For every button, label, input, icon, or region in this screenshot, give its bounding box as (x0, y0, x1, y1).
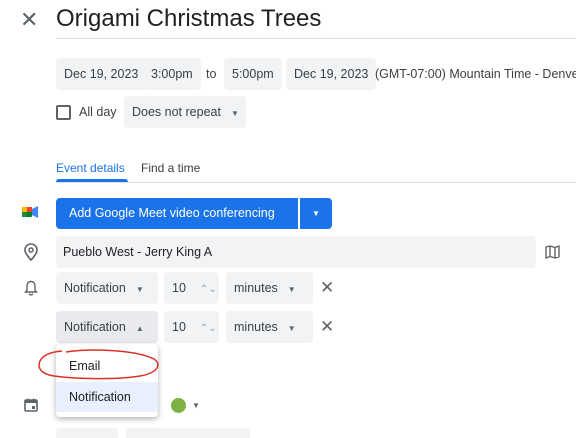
red-annotation-circle (38, 349, 159, 380)
chevron-down-icon: ▼ (135, 285, 144, 294)
calendar-icon (24, 398, 38, 412)
notification-amount-value: 10 (172, 281, 186, 295)
notification-unit-select[interactable]: minutes ▼ (226, 311, 313, 343)
chevron-down-icon: ▼ (230, 109, 239, 118)
end-time-field[interactable]: 5:00pm (224, 58, 282, 90)
event-title[interactable]: Origami Christmas Trees (56, 4, 321, 34)
chevron-down-icon: ▼ (312, 209, 320, 218)
bottom-chip[interactable] (56, 428, 118, 438)
bell-icon (24, 280, 38, 296)
start-date-field[interactable]: Dec 19, 2023 (56, 58, 147, 90)
bottom-chip[interactable] (126, 428, 250, 438)
map-icon[interactable] (545, 245, 560, 259)
notification-type-value: Notification (64, 320, 126, 334)
to-label: to (206, 67, 217, 81)
repeat-select[interactable]: Does not repeat ▼ (124, 96, 246, 128)
chevron-down-icon[interactable]: ▼ (192, 401, 200, 410)
calendar-color-dot[interactable] (171, 398, 186, 413)
remove-notification-icon[interactable]: ✕ (320, 278, 334, 298)
spinner-icon[interactable]: ⌃⌄ (200, 323, 217, 334)
notification-amount-input[interactable]: 10 ⌃⌄ (164, 272, 219, 304)
remove-notification-icon[interactable]: ✕ (320, 317, 334, 337)
google-meet-icon (22, 206, 38, 218)
title-underline (56, 38, 576, 39)
notification-type-select[interactable]: Notification ▼ (56, 272, 158, 304)
chevron-down-icon: ▼ (287, 285, 296, 294)
add-google-meet-button[interactable]: Add Google Meet video conferencing (56, 198, 298, 229)
tab-event-details[interactable]: Event details (56, 160, 125, 176)
notification-unit-select[interactable]: minutes ▼ (226, 272, 313, 304)
notification-amount-value: 10 (172, 320, 186, 334)
repeat-select-value: Does not repeat (132, 105, 221, 119)
all-day-label: All day (79, 105, 117, 119)
notification-unit-value: minutes (234, 320, 278, 334)
meet-options-button[interactable]: ▼ (300, 198, 332, 229)
close-icon[interactable]: ✕ (20, 8, 38, 32)
spinner-icon[interactable]: ⌃⌄ (200, 284, 217, 295)
notification-type-select[interactable]: Notification ▲ (56, 311, 158, 343)
location-pin-icon (24, 243, 38, 261)
menu-item-notification[interactable]: Notification (56, 382, 158, 412)
tab-find-a-time[interactable]: Find a time (141, 160, 200, 176)
tabs-divider (56, 182, 576, 183)
chevron-up-icon: ▲ (135, 324, 144, 333)
start-time-field[interactable]: 3:00pm (143, 58, 201, 90)
chevron-down-icon: ▼ (287, 324, 296, 333)
location-input[interactable]: Pueblo West - Jerry King A (56, 236, 536, 268)
notification-type-value: Notification (64, 281, 126, 295)
notification-amount-input[interactable]: 10 ⌃⌄ (164, 311, 219, 343)
timezone-button[interactable]: (GMT-07:00) Mountain Time - Denver (375, 58, 576, 90)
end-date-field[interactable]: Dec 19, 2023 (286, 58, 377, 90)
notification-unit-value: minutes (234, 281, 278, 295)
all-day-checkbox[interactable] (56, 105, 71, 120)
